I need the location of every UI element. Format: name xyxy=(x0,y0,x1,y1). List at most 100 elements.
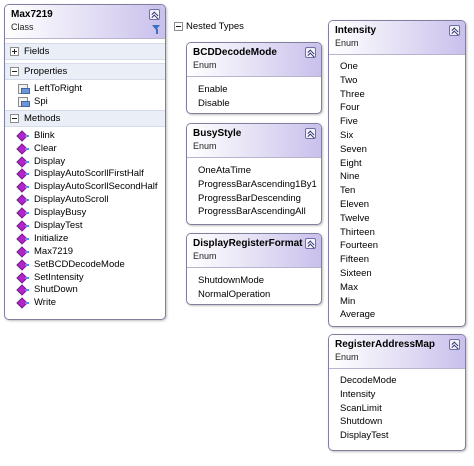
registeraddressmap-enum-shape[interactable]: RegisterAddressMap Enum DecodeMode Intens… xyxy=(328,334,466,451)
property-icon xyxy=(18,96,30,107)
collapse-chevron-icon[interactable] xyxy=(305,47,316,58)
class-title: Max7219 xyxy=(11,9,53,20)
method-item[interactable]: Max7219 xyxy=(5,245,165,258)
properties-section-header[interactable]: Properties xyxy=(5,63,165,80)
method-item[interactable]: Display xyxy=(5,155,165,168)
enum-value[interactable]: DecodeMode xyxy=(329,374,465,388)
filter-icon[interactable] xyxy=(152,25,161,35)
methods-label: Methods xyxy=(24,112,61,124)
collapse-chevron-icon[interactable] xyxy=(149,9,160,20)
enum-value[interactable]: Eleven xyxy=(329,198,465,212)
collapse-icon[interactable] xyxy=(174,22,183,31)
method-icon xyxy=(18,222,29,230)
method-item[interactable]: SetBCDDecodeMode xyxy=(5,258,165,271)
bcddecodemode-enum-shape[interactable]: BCDDecodeMode Enum Enable Disable xyxy=(186,42,322,114)
enum-title: BCDDecodeMode xyxy=(193,47,277,58)
enum-value[interactable]: NormalOperation xyxy=(187,288,321,302)
enum-value[interactable]: ProgressBarAscending1By1 xyxy=(187,178,321,192)
method-icon xyxy=(18,299,29,307)
enum-value[interactable]: Shutdown xyxy=(329,415,465,429)
collapse-chevron-icon[interactable] xyxy=(305,238,316,249)
enum-value[interactable]: Sixteen xyxy=(329,267,465,281)
collapse-icon[interactable] xyxy=(10,67,19,76)
property-item[interactable]: Spi xyxy=(5,95,165,108)
method-item[interactable]: DisplayAutoScroll xyxy=(5,193,165,206)
method-item[interactable]: Clear xyxy=(5,142,165,155)
enum-kind: Enum xyxy=(193,60,217,70)
collapse-icon[interactable] xyxy=(10,113,19,123)
enum-value[interactable]: Max xyxy=(329,281,465,295)
enum-value[interactable]: Min xyxy=(329,295,465,309)
method-icon xyxy=(18,158,29,166)
max7219-class-shape[interactable]: Max7219 Class Fields Properties LeftToRi… xyxy=(4,4,166,320)
method-item[interactable]: DisplayAutoScorllFirstHalf xyxy=(5,167,165,180)
collapse-chevron-icon[interactable] xyxy=(305,128,316,139)
method-item[interactable]: DisplayAutoScorllSecondHalf xyxy=(5,180,165,193)
enum-value[interactable]: Twelve xyxy=(329,212,465,226)
enum-value[interactable]: Seven xyxy=(329,143,465,157)
method-item[interactable]: SetIntensity xyxy=(5,271,165,284)
property-item[interactable]: LeftToRight xyxy=(5,82,165,95)
enum-value[interactable]: One xyxy=(329,60,465,74)
method-item[interactable]: Write xyxy=(5,296,165,309)
enum-values: OneAtaTime ProgressBarAscending1By1 Progre… xyxy=(187,158,321,222)
max7219-header: Max7219 Class xyxy=(5,5,165,39)
method-icon xyxy=(18,248,29,256)
method-icon xyxy=(18,132,29,140)
enum-value[interactable]: Fourteen xyxy=(329,239,465,253)
method-item-label: DisplayTest xyxy=(34,220,83,232)
fields-label: Fields xyxy=(24,46,50,57)
enum-values: One Two Three Four Five Six Seven Eight Nine Ten E… xyxy=(329,55,465,325)
method-item[interactable]: Initialize xyxy=(5,232,165,245)
enum-header: BusyStyle Enum xyxy=(187,124,321,158)
method-icon xyxy=(18,183,29,191)
enum-value[interactable]: Three xyxy=(329,88,465,102)
busystyle-enum-shape[interactable]: BusyStyle Enum OneAtaTime ProgressBarAsce… xyxy=(186,123,322,225)
nested-types-header[interactable]: Nested Types xyxy=(172,20,244,34)
method-item[interactable]: DisplayBusy xyxy=(5,206,165,219)
enum-value[interactable]: Average xyxy=(329,308,465,322)
enum-value[interactable]: Disable xyxy=(187,97,321,111)
method-icon xyxy=(18,235,29,243)
enum-value[interactable]: Five xyxy=(329,115,465,129)
method-item[interactable]: Blink xyxy=(5,129,165,142)
method-item-label: Display xyxy=(34,155,66,167)
method-item[interactable]: ShutDown xyxy=(5,283,165,296)
collapse-chevron-icon[interactable] xyxy=(449,25,460,36)
enum-value[interactable]: Fifteen xyxy=(329,253,465,267)
enum-value[interactable]: ScanLimit xyxy=(329,402,465,416)
enum-title: DisplayRegisterFormat xyxy=(193,238,303,249)
method-item-label: SetIntensity xyxy=(34,271,84,283)
enum-value[interactable]: Four xyxy=(329,101,465,115)
method-item-label: DisplayAutoScroll xyxy=(34,194,109,206)
enum-value[interactable]: Ten xyxy=(329,184,465,198)
expand-icon[interactable] xyxy=(10,47,19,56)
displayregisterformat-enum-shape[interactable]: DisplayRegisterFormat Enum ShutdownMode N… xyxy=(186,233,322,305)
enum-value[interactable]: Enable xyxy=(187,83,321,97)
enum-value[interactable]: ProgressBarDescending xyxy=(187,192,321,206)
enum-value[interactable]: Six xyxy=(329,129,465,143)
enum-value[interactable]: Two xyxy=(329,74,465,88)
enum-value[interactable]: ShutdownMode xyxy=(187,274,321,288)
enum-value[interactable]: OneAtaTime xyxy=(187,164,321,178)
enum-value[interactable]: Thirteen xyxy=(329,226,465,240)
intensity-enum-shape[interactable]: Intensity Enum One Two Three Four Five Six Sev… xyxy=(328,20,466,327)
enum-value[interactable]: Eight xyxy=(329,157,465,171)
enum-value[interactable]: Intensity xyxy=(329,388,465,402)
method-icon xyxy=(18,170,29,178)
method-icon xyxy=(18,286,29,294)
property-item-label: Spi xyxy=(34,95,48,107)
enum-value[interactable]: DisplayTest xyxy=(329,429,465,443)
class-kind: Class xyxy=(11,22,34,32)
enum-value[interactable]: Nine xyxy=(329,170,465,184)
method-item[interactable]: DisplayTest xyxy=(5,219,165,232)
method-icon xyxy=(18,145,29,153)
enum-kind: Enum xyxy=(335,352,359,362)
method-icon xyxy=(18,196,29,204)
fields-section-header[interactable]: Fields xyxy=(5,43,165,60)
enum-value[interactable]: ProgressBarAscendingAll xyxy=(187,205,321,219)
methods-section-header[interactable]: Methods xyxy=(5,109,165,127)
property-item-label: LeftToRight xyxy=(34,83,83,94)
properties-list: LeftToRight Spi xyxy=(5,80,165,108)
collapse-chevron-icon[interactable] xyxy=(449,339,460,350)
